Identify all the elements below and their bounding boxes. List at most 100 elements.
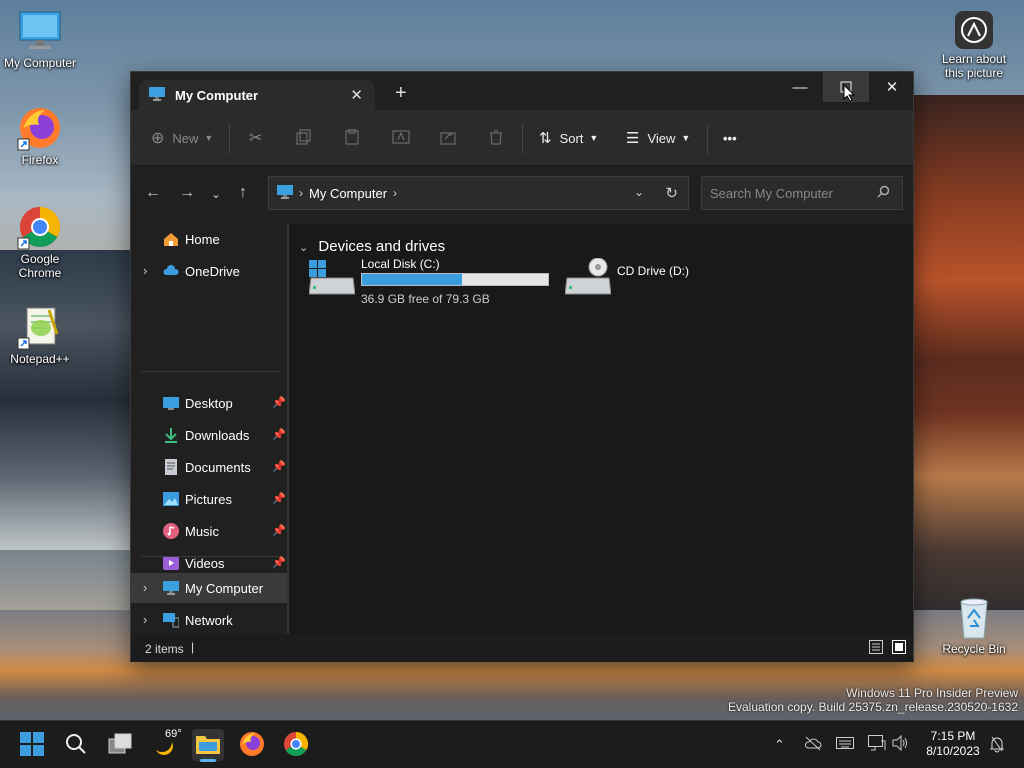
view-button[interactable]: ☰ View ▼ — [626, 126, 690, 150]
tab-title: My Computer — [175, 87, 259, 103]
breadcrumb-my-computer[interactable]: My Computer — [309, 186, 387, 201]
document-icon — [163, 459, 179, 475]
show-hidden-icons-chevron-icon[interactable]: ⌃ — [774, 737, 785, 753]
close-window-button[interactable]: ✕ — [869, 72, 915, 102]
close-tab-icon[interactable]: ✕ — [350, 86, 363, 104]
firefox-icon — [239, 731, 265, 760]
desktop-icon-label: My Computer — [3, 56, 77, 70]
delete-button[interactable] — [488, 126, 504, 150]
copy-button[interactable] — [296, 126, 312, 150]
taskbar: 69° ⌃ 7:15 PM 8/10/2023 — [0, 720, 1024, 768]
more-label: ••• — [723, 130, 737, 146]
sidebar-item-my-computer[interactable]: › My Computer — [131, 573, 287, 603]
expand-chevron-icon[interactable]: › — [143, 263, 147, 278]
breadcrumb-chevron-icon: › — [299, 186, 303, 200]
sidebar-divider — [141, 556, 279, 557]
learn-about-label: Learn about this picture — [941, 52, 1007, 80]
firefox-icon — [17, 105, 63, 151]
desktop-icon-notepadpp[interactable]: Notepad++ — [0, 304, 80, 366]
tiles-view-icon[interactable] — [892, 640, 906, 657]
cut-button[interactable]: ✂ — [249, 126, 262, 150]
keyboard-icon[interactable] — [836, 736, 854, 753]
wallpaper-mountain-left — [0, 250, 132, 550]
share-icon — [440, 129, 456, 148]
search-icon — [65, 733, 87, 758]
sidebar-item-music[interactable]: Music 📌 — [131, 516, 287, 546]
view-list-icon: ☰ — [626, 130, 640, 147]
sort-button[interactable]: ⇅ Sort ▼ — [539, 126, 598, 150]
sidebar-item-downloads[interactable]: Downloads 📌 — [131, 420, 287, 450]
active-indicator — [200, 759, 216, 762]
up-arrow-icon[interactable]: ↑ — [239, 184, 247, 202]
search-button[interactable] — [60, 729, 92, 761]
notepadpp-icon — [17, 304, 63, 350]
task-view-button[interactable] — [104, 729, 136, 761]
drive-cd-d[interactable]: CD Drive (D:) — [564, 256, 705, 300]
folder-icon — [195, 733, 221, 758]
sidebar-label: Videos — [185, 556, 225, 571]
download-arrow-icon — [163, 427, 179, 443]
search-icon[interactable] — [877, 185, 890, 201]
widgets-weather-button[interactable]: 69° — [148, 728, 182, 761]
sidebar-label: Desktop — [185, 396, 233, 411]
search-box[interactable]: Search My Computer — [701, 176, 903, 210]
sidebar-item-onedrive[interactable]: › OneDrive — [131, 256, 287, 286]
section-header-devices[interactable]: ⌄ Devices and drives — [299, 238, 445, 255]
drive-local-disk-c[interactable]: Local Disk (C:) 36.9 GB free of 79.3 GB — [308, 256, 549, 310]
refresh-icon[interactable]: ↻ — [665, 184, 678, 202]
share-button[interactable] — [440, 126, 456, 150]
start-button[interactable] — [16, 729, 48, 761]
desktop-icon-my-computer[interactable]: My Computer — [0, 8, 80, 70]
sidebar-item-home[interactable]: Home — [131, 224, 287, 254]
cloud-offline-icon[interactable] — [804, 735, 822, 754]
learn-about-picture[interactable]: Learn about this picture — [934, 10, 1014, 80]
firefox-taskbar-button[interactable] — [236, 729, 268, 761]
copy-icon — [296, 129, 312, 148]
back-arrow-icon[interactable]: ← — [145, 184, 161, 202]
network-monitor-icon[interactable] — [868, 735, 886, 754]
expand-chevron-icon[interactable]: › — [143, 612, 147, 627]
drive-usage-fill — [362, 274, 462, 285]
paste-button[interactable] — [344, 126, 360, 150]
pin-icon: 📌 — [272, 461, 286, 473]
sidebar-label: OneDrive — [185, 264, 240, 279]
address-bar[interactable]: › My Computer › ⌄ ↻ — [268, 176, 689, 210]
address-dropdown-icon[interactable]: ⌄ — [634, 185, 644, 199]
sidebar-label: Home — [185, 232, 220, 247]
desktop-icon-recycle-bin[interactable]: Recycle Bin — [934, 596, 1014, 656]
sidebar-item-documents[interactable]: Documents 📌 — [131, 452, 287, 482]
drive-free-text: 36.9 GB free of 79.3 GB — [361, 292, 490, 306]
sidebar-item-pictures[interactable]: Pictures 📌 — [131, 484, 287, 514]
sort-arrows-icon: ⇅ — [539, 130, 552, 147]
collapse-chevron-icon: ⌄ — [299, 242, 309, 254]
minimize-button[interactable]: — — [777, 72, 823, 102]
desktop-icon-firefox[interactable]: Firefox — [0, 105, 80, 167]
toolbar-divider — [707, 124, 708, 154]
trash-icon — [488, 129, 504, 148]
sidebar-divider — [141, 371, 279, 372]
chrome-taskbar-button[interactable] — [280, 729, 312, 761]
forward-arrow-icon[interactable]: → — [179, 184, 195, 202]
file-explorer-taskbar-button[interactable] — [192, 729, 224, 762]
notification-bell-icon[interactable] — [988, 735, 1006, 756]
new-tab-button[interactable]: + — [395, 82, 407, 105]
details-view-icon[interactable] — [869, 640, 883, 657]
sidebar-item-network[interactable]: › Network — [131, 605, 287, 635]
more-options-button[interactable]: ••• — [723, 126, 737, 150]
recycle-bin-icon — [954, 596, 994, 640]
clock[interactable]: 7:15 PM 8/10/2023 — [922, 729, 984, 759]
recent-chevron-down-icon[interactable]: ⌄ — [211, 187, 221, 201]
volume-icon[interactable] — [892, 734, 910, 754]
weather-temp: 69° — [165, 728, 182, 740]
sidebar-item-desktop[interactable]: Desktop 📌 — [131, 388, 287, 418]
cloud-icon — [163, 263, 179, 279]
monitor-icon — [17, 8, 63, 54]
expand-chevron-icon[interactable]: › — [143, 580, 147, 595]
rename-button[interactable] — [392, 126, 410, 150]
tab-my-computer[interactable]: My Computer ✕ — [139, 80, 375, 110]
title-bar[interactable]: My Computer ✕ + — ✕ — [131, 72, 913, 110]
new-button[interactable]: ⊕ New ▼ — [151, 126, 213, 150]
desktop-icon-chrome[interactable]: Google Chrome — [0, 204, 80, 280]
new-label: New — [172, 130, 199, 146]
pin-icon: 📌 — [272, 557, 286, 569]
